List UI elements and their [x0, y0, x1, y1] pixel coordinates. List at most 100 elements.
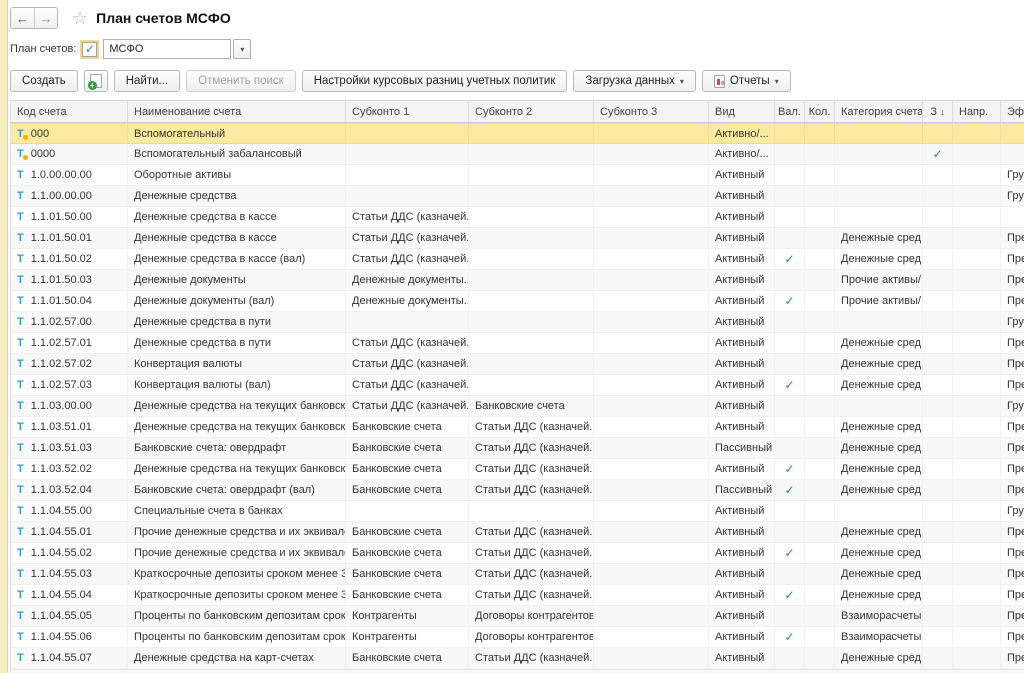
cell-sub1: Банковские счета [346, 585, 469, 605]
cell-vid: Активный [709, 459, 775, 479]
account-row[interactable]: Т1.1.04.55.01Прочие денежные средства и … [11, 522, 1024, 543]
column-header-sub1[interactable]: Субконто 1 [346, 101, 469, 122]
plan-filter-checkbox[interactable]: ✓ [82, 42, 97, 57]
data-load-menu-button[interactable]: Загрузка данных ▾ [573, 70, 696, 92]
account-row[interactable]: Т1.1.04.55.05Проценты по банковским депо… [11, 606, 1024, 627]
account-row[interactable]: Т1.1.03.00.00Денежные средства на текущи… [11, 396, 1024, 417]
column-header-sub3[interactable]: Субконто 3 [594, 101, 709, 122]
find-button[interactable]: Найти... [114, 70, 180, 92]
account-icon: Т [17, 463, 24, 475]
favorite-star-icon[interactable]: ☆ [72, 8, 88, 28]
column-header-category[interactable]: Категория счета [835, 101, 923, 122]
column-label: Субконто 1 [352, 106, 409, 118]
account-row[interactable]: Т0000Вспомогательный забалансовыйАктивно… [11, 144, 1024, 165]
column-label: Напр. [959, 106, 988, 118]
account-icon: Т [17, 337, 24, 349]
cell-code: Т1.1.01.50.00 [11, 207, 128, 227]
cell-sub2 [469, 333, 594, 353]
account-row[interactable]: Т1.1.01.50.03Денежные документыДенежные … [11, 270, 1024, 291]
column-header-ef[interactable]: Эф [1001, 101, 1024, 122]
account-row[interactable]: Т1.1.03.51.03Банковские счета: овердрафт… [11, 438, 1024, 459]
cell-ef: Пре [1001, 354, 1024, 374]
account-row[interactable]: Т1.1.04.55.02Прочие денежные средства и … [11, 543, 1024, 564]
cell-val [775, 396, 805, 416]
account-code: 1.1.01.50.04 [31, 295, 92, 307]
forward-button[interactable]: → [34, 8, 57, 28]
account-row[interactable]: Т1.1.04.55.03Краткосрочные депозиты срок… [11, 564, 1024, 585]
account-row[interactable]: Т1.1.02.57.02Конвертация валютыСтатьи ДД… [11, 354, 1024, 375]
currency-diff-settings-button[interactable]: Настройки курсовых разниц учетных полити… [302, 70, 568, 92]
cell-napr [953, 291, 1001, 311]
cell-vid: Активный [709, 648, 775, 668]
cell-zab [923, 396, 953, 416]
create-group-button[interactable]: + [84, 70, 108, 92]
account-code: 1.1.02.57.03 [31, 379, 92, 391]
column-label: Субконто 3 [600, 106, 657, 118]
cell-val [775, 144, 805, 164]
create-button[interactable]: Создать [10, 70, 78, 92]
cell-val [775, 165, 805, 185]
cell-category: Денежные сред... [835, 543, 923, 563]
account-row[interactable]: Т1.1.02.57.00Денежные средства в путиАкт… [11, 312, 1024, 333]
cell-code: Т000 [11, 124, 128, 143]
column-header-napr[interactable]: Напр. [953, 101, 1001, 122]
account-row[interactable]: Т1.1.03.52.02Денежные средства на текущи… [11, 459, 1024, 480]
account-code: 1.1.00.00.00 [31, 190, 92, 202]
column-header-sub2[interactable]: Субконто 2 [469, 101, 594, 122]
account-row[interactable]: Т1.1.01.50.00Денежные средства в кассеСт… [11, 207, 1024, 228]
account-icon: Т [17, 610, 24, 622]
column-header-val[interactable]: Вал. [775, 101, 805, 122]
account-row[interactable]: Т1.1.01.50.04Денежные документы (вал)Ден… [11, 291, 1024, 312]
cell-sub3 [594, 627, 709, 647]
account-icon: Т [17, 274, 24, 286]
cell-ef: Пре [1001, 228, 1024, 248]
account-row[interactable]: Т1.1.00.00.00Денежные средстваАктивныйГр… [11, 186, 1024, 207]
cell-zab [923, 375, 953, 395]
column-header-code[interactable]: Код счета [11, 101, 128, 122]
cell-code: Т1.1.03.00.00 [11, 396, 128, 416]
back-button[interactable]: ← [11, 8, 34, 28]
cell-ef: Гру [1001, 396, 1024, 416]
account-row[interactable]: Т1.1.04.55.00Специальные счета в банкахА… [11, 501, 1024, 522]
account-row[interactable]: Т1.1.01.50.02Денежные средства в кассе (… [11, 249, 1024, 270]
account-row[interactable]: Т1.1.04.55.06Проценты по банковским депо… [11, 627, 1024, 648]
cell-code: Т1.1.00.00.00 [11, 186, 128, 206]
cell-category: Денежные сред... [835, 648, 923, 668]
cell-vid: Активный [709, 627, 775, 647]
column-header-name[interactable]: Наименование счета [128, 101, 346, 122]
account-row[interactable]: Т1.1.02.57.01Денежные средства в путиСта… [11, 333, 1024, 354]
cell-sub1: Банковские счета [346, 438, 469, 458]
cell-code: Т0000 [11, 144, 128, 164]
cell-category: Денежные сред... [835, 417, 923, 437]
cell-code: Т1.0.00.00.00 [11, 165, 128, 185]
plan-combo-input[interactable]: МСФО [103, 39, 231, 59]
cancel-search-button[interactable]: Отменить поиск [186, 70, 296, 92]
cell-napr [953, 627, 1001, 647]
account-row[interactable]: Т000ВспомогательныйАктивно/... [11, 123, 1024, 144]
account-row[interactable]: Т1.1.03.51.01Денежные средства на текущи… [11, 417, 1024, 438]
cell-sub3 [594, 417, 709, 437]
cell-napr [953, 165, 1001, 185]
cell-vid: Активный [709, 564, 775, 584]
account-row[interactable]: Т1.1.04.55.07Денежные средства на карт-с… [11, 648, 1024, 669]
cell-zab: ✓ [923, 144, 953, 164]
account-row[interactable]: Т1.1.02.57.03Конвертация валюты (вал)Ста… [11, 375, 1024, 396]
account-row[interactable]: Т1.1.03.52.04Банковские счета: овердрафт… [11, 480, 1024, 501]
account-row[interactable]: Т1.1.01.50.01Денежные средства в кассеСт… [11, 228, 1024, 249]
cell-ef [1001, 124, 1024, 143]
cell-sub1: Банковские счета [346, 543, 469, 563]
account-row[interactable]: Т1.1.04.55.04Краткосрочные депозиты срок… [11, 585, 1024, 606]
account-icon: Т [17, 211, 24, 223]
checkmark-icon: ✓ [784, 294, 794, 308]
account-row[interactable]: Т1.0.00.00.00Оборотные активыАктивныйГру [11, 165, 1024, 186]
cell-sub1 [346, 144, 469, 164]
column-header-zab[interactable]: З↓ [923, 101, 953, 122]
combo-dropdown-button[interactable]: ▾ [233, 39, 251, 59]
reports-menu-button[interactable]: Отчеты ▾ [702, 70, 791, 92]
cell-ef: Пре [1001, 375, 1024, 395]
column-header-kol[interactable]: Кол. [805, 101, 835, 122]
cell-zab [923, 312, 953, 332]
column-header-vid[interactable]: Вид [709, 101, 775, 122]
cell-category [835, 165, 923, 185]
cell-vid: Активный [709, 333, 775, 353]
